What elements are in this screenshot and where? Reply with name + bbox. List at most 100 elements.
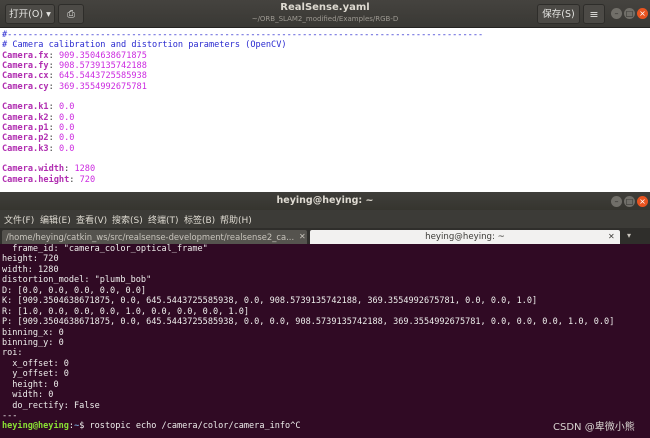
yaml-value: 0.0 xyxy=(58,123,75,134)
minimize-icon: – xyxy=(614,9,619,18)
menu-help[interactable]: 帮助(H) xyxy=(220,213,252,226)
hamburger-menu-icon: ≡ xyxy=(589,8,599,21)
terminal-line: frame_id: "camera_color_optical_frame" xyxy=(2,244,208,254)
menu-edit[interactable]: 编辑(E) xyxy=(40,213,71,226)
terminal-window: heying@heying: ~ – □ × 文件(F) 编辑(E) 查看(V)… xyxy=(0,192,650,438)
terminal-maximize-button[interactable]: □ xyxy=(624,196,635,207)
menu-search[interactable]: 搜索(S) xyxy=(112,213,143,226)
open-button-label: 打开(O) xyxy=(9,9,44,20)
tab-label: heying@heying: ~ xyxy=(425,232,505,242)
prompt-command: $ rostopic echo /camera/color/camera_inf… xyxy=(79,421,301,432)
hamburger-menu-button[interactable]: ≡ xyxy=(583,4,605,24)
code-line: Camera.k3: 0.0 xyxy=(2,143,75,154)
yaml-key: Camera.height xyxy=(2,174,70,185)
terminal-menubar: 文件(F) 编辑(E) 查看(V) 搜索(S) 终端(T) 标签(B) 帮助(H… xyxy=(0,210,650,228)
yaml-value: 909.3504638671875 xyxy=(58,50,147,61)
yaml-value: 0.0 xyxy=(58,102,75,113)
terminal-line: height: 0 xyxy=(2,379,59,390)
terminal-line: width: 0 xyxy=(2,390,54,401)
terminal-minimize-button[interactable]: – xyxy=(611,196,622,207)
code-editor-text-area[interactable]: #---------------------------------------… xyxy=(2,30,648,185)
terminal-line: P: [909.3504638671875, 0.0, 645.54437255… xyxy=(2,317,615,328)
menu-file[interactable]: 文件(F) xyxy=(4,213,34,226)
yaml-value: 645.5443725585938 xyxy=(58,71,147,82)
close-button[interactable]: × xyxy=(637,8,648,19)
code-line: Camera.cy: 369.3554992675781 xyxy=(2,81,147,92)
code-line: Camera.fx: 909.3504638671875 xyxy=(2,50,147,61)
yaml-key: Camera.k1 xyxy=(2,102,49,113)
maximize-icon: □ xyxy=(625,197,634,206)
terminal-prompt-line: heying@heying:~$ rostopic echo /camera/c… xyxy=(2,421,648,431)
open-button[interactable]: 打开(O) ▾ xyxy=(5,4,55,24)
yaml-key: Camera.fx xyxy=(2,50,49,61)
text-editor-window: 打开(O) ▾ ⎙ RealSense.yaml ~/ORB_SLAM2_mod… xyxy=(0,0,650,192)
maximize-button[interactable]: □ xyxy=(624,8,635,19)
maximize-icon: □ xyxy=(625,9,634,18)
save-button[interactable]: 保存(S) xyxy=(537,4,580,24)
yaml-value: 1280 xyxy=(74,164,96,175)
new-tab-button[interactable]: ⎙ xyxy=(58,4,84,24)
yaml-key: Camera.k3 xyxy=(2,143,49,154)
yaml-key: Camera.cy xyxy=(2,81,49,92)
editor-header-bar: 打开(O) ▾ ⎙ RealSense.yaml ~/ORB_SLAM2_mod… xyxy=(0,0,650,28)
yaml-key: Camera.fy xyxy=(2,61,49,72)
yaml-key: Camera.cx xyxy=(2,71,49,82)
close-icon[interactable]: ✕ xyxy=(608,230,615,244)
code-line: Camera.width: 1280 xyxy=(2,164,96,175)
menu-tabs[interactable]: 标签(B) xyxy=(184,213,215,226)
tab-realsense-path[interactable]: /home/heying/catkin_ws/src/realsense-dev… xyxy=(2,230,307,244)
code-line: #---------------------------------------… xyxy=(2,30,648,40)
yaml-value: 369.3554992675781 xyxy=(58,81,147,92)
code-line: Camera.k2: 0.0 xyxy=(2,112,75,123)
terminal-line: K: [909.3504638671875, 0.0, 645.54437255… xyxy=(2,296,538,307)
yaml-value: 720 xyxy=(79,174,96,185)
yaml-key: Camera.p1 xyxy=(2,123,49,134)
terminal-line: binning_y: 0 xyxy=(2,337,64,348)
tab-home[interactable]: heying@heying: ~ ✕ xyxy=(310,230,620,244)
terminal-title: heying@heying: ~ xyxy=(276,195,374,206)
yaml-key: Camera.p2 xyxy=(2,133,49,144)
minimize-button[interactable]: – xyxy=(611,8,622,19)
terminal-line: width: 1280 xyxy=(2,264,59,275)
terminal-line: --- xyxy=(2,411,18,421)
terminal-header-bar: heying@heying: ~ – □ × xyxy=(0,192,650,210)
yaml-comment: # Camera calibration and distortion para… xyxy=(2,40,287,51)
watermark: CSDN @卑微小熊 xyxy=(553,422,635,433)
close-icon[interactable]: ✕ xyxy=(299,230,306,244)
terminal-line: distortion_model: "plumb_bob" xyxy=(2,275,152,286)
code-line: Camera.p2: 0.0 xyxy=(2,133,75,144)
chevron-down-icon[interactable]: ▾ xyxy=(627,231,631,240)
yaml-key: Camera.width xyxy=(2,164,65,175)
code-line: Camera.height: 720 xyxy=(2,174,96,185)
yaml-key: Camera.k2 xyxy=(2,112,49,123)
terminal-line: height: 720 xyxy=(2,254,59,265)
yaml-value: 0.0 xyxy=(58,143,75,154)
yaml-value: 0.0 xyxy=(58,133,75,144)
pin-icon: ⎙ xyxy=(67,9,75,20)
minimize-icon: – xyxy=(614,197,619,206)
close-icon: × xyxy=(639,9,646,18)
chevron-down-icon: ▾ xyxy=(46,9,51,20)
terminal-line: R: [1.0, 0.0, 0.0, 0.0, 1.0, 0.0, 0.0, 0… xyxy=(2,306,249,317)
terminal-line: y_offset: 0 xyxy=(2,369,69,380)
terminal-line: roi: xyxy=(2,348,23,359)
menu-view[interactable]: 查看(V) xyxy=(76,213,107,226)
code-line: Camera.fy: 908.5739135742188 xyxy=(2,61,147,72)
terminal-output[interactable]: frame_id: "camera_color_optical_frame" he… xyxy=(2,244,648,432)
menu-terminal[interactable]: 终端(T) xyxy=(148,213,179,226)
editor-title: RealSense.yaml xyxy=(280,2,370,13)
yaml-value: 0.0 xyxy=(58,112,75,123)
yaml-value: 908.5739135742188 xyxy=(58,61,147,72)
prompt-user: heying@heying xyxy=(2,421,69,432)
terminal-tab-bar: /home/heying/catkin_ws/src/realsense-dev… xyxy=(0,228,650,244)
code-line: Camera.p1: 0.0 xyxy=(2,123,75,134)
terminal-close-button[interactable]: × xyxy=(637,196,648,207)
terminal-line: do_rectify: False xyxy=(2,400,100,411)
yaml-comment: #---------------------------------------… xyxy=(2,30,484,40)
code-line: Camera.cx: 645.5443725585938 xyxy=(2,71,147,82)
tab-label: /home/heying/catkin_ws/src/realsense-dev… xyxy=(6,232,295,242)
close-icon: × xyxy=(639,197,646,206)
code-line: # Camera calibration and distortion para… xyxy=(2,40,648,50)
